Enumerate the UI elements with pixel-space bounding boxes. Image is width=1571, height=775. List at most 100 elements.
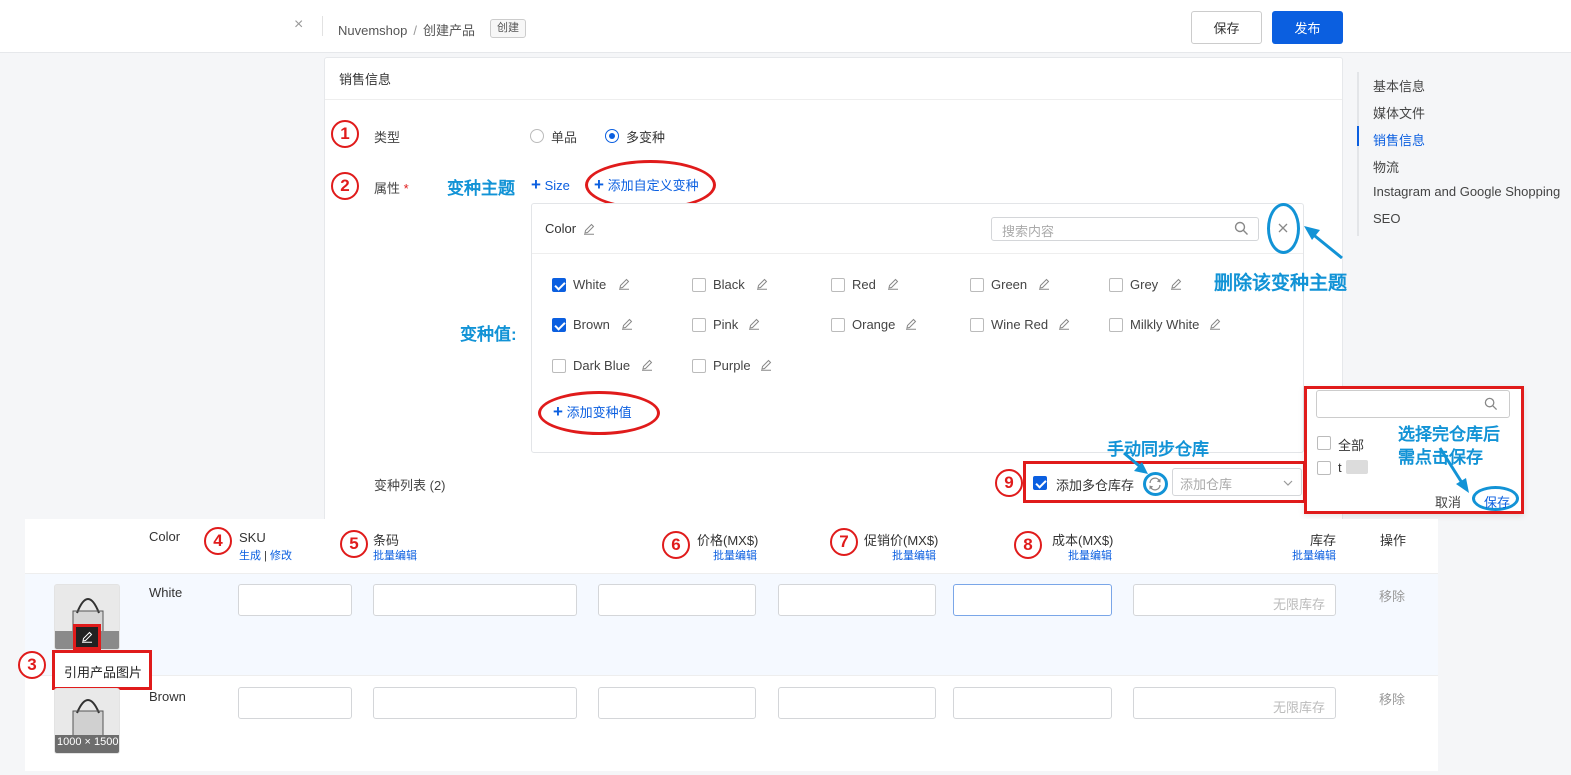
annotation-delete-theme: 删除该变种主题 bbox=[1214, 273, 1348, 294]
annotation-number-8: 8 bbox=[1014, 531, 1042, 559]
promo-bulk-edit-link[interactable]: 批量编辑 bbox=[892, 547, 936, 563]
add-size-link[interactable]: + Size bbox=[531, 175, 570, 195]
attribute-name: Color bbox=[545, 221, 577, 236]
edit-pencil-icon[interactable] bbox=[756, 278, 768, 290]
option-label: Dark Blue bbox=[573, 358, 631, 373]
barcode-bulk-edit-link[interactable]: 批量编辑 bbox=[373, 547, 417, 563]
cost-bulk-edit-link[interactable]: 批量编辑 bbox=[1068, 547, 1112, 563]
option-checkbox-brown[interactable] bbox=[552, 318, 566, 332]
edit-pencil-icon[interactable] bbox=[1170, 278, 1182, 290]
price-input[interactable] bbox=[598, 687, 756, 719]
sku-edit-link[interactable]: 修改 bbox=[270, 550, 292, 562]
option-checkbox-pink[interactable] bbox=[692, 318, 706, 332]
nav-item-sales-info[interactable]: 销售信息 bbox=[1373, 130, 1425, 149]
barcode-input[interactable] bbox=[373, 687, 577, 719]
remove-link[interactable]: 移除 bbox=[1379, 586, 1405, 605]
option-checkbox-red[interactable] bbox=[831, 278, 845, 292]
price-input[interactable] bbox=[598, 584, 756, 616]
sync-icon[interactable] bbox=[1147, 476, 1163, 492]
edit-pencil-icon[interactable] bbox=[748, 318, 760, 330]
sku-generate-link[interactable]: 生成 bbox=[239, 550, 261, 562]
radio-single[interactable] bbox=[530, 129, 544, 143]
edit-pencil-icon[interactable] bbox=[621, 318, 633, 330]
option-label: White bbox=[573, 277, 607, 292]
sku-input[interactable] bbox=[238, 687, 352, 719]
stock-bulk-edit-link[interactable]: 批量编辑 bbox=[1292, 547, 1336, 563]
radio-multi-variant[interactable] bbox=[605, 129, 619, 143]
edit-pencil-icon[interactable] bbox=[641, 359, 653, 371]
type-label: 类型 bbox=[374, 130, 401, 145]
price-bulk-edit-link[interactable]: 批量编辑 bbox=[713, 547, 757, 563]
edit-pencil-icon[interactable] bbox=[1058, 318, 1070, 330]
status-badge: 创建 bbox=[490, 19, 526, 38]
multi-warehouse-checkbox[interactable] bbox=[1033, 476, 1047, 490]
nav-item-seo[interactable]: SEO bbox=[1373, 211, 1400, 226]
plus-icon: + bbox=[553, 402, 563, 421]
close-icon[interactable]: × bbox=[294, 16, 303, 34]
breadcrumb-separator: / bbox=[413, 23, 417, 38]
promo-price-input[interactable] bbox=[778, 687, 936, 719]
nav-item-instagram-google[interactable]: Instagram and Google Shopping bbox=[1373, 184, 1560, 199]
add-custom-variant-link[interactable]: + 添加自定义变种 bbox=[594, 175, 699, 195]
cost-input[interactable] bbox=[953, 584, 1112, 616]
promo-price-input[interactable] bbox=[778, 584, 936, 616]
row-color-value: Brown bbox=[149, 689, 186, 704]
nav-item-shipping[interactable]: 物流 bbox=[1373, 157, 1399, 176]
option-checkbox-wine-red[interactable] bbox=[970, 318, 984, 332]
edit-pencil-icon bbox=[82, 631, 93, 643]
radio-multi-variant-label[interactable]: 多变种 bbox=[626, 127, 665, 146]
edit-pencil-icon[interactable] bbox=[618, 278, 630, 290]
popover-cancel-button[interactable]: 取消 bbox=[1435, 492, 1461, 511]
publish-button[interactable]: 发布 bbox=[1272, 11, 1343, 44]
nav-item-media[interactable]: 媒体文件 bbox=[1373, 103, 1425, 122]
popover-save-button[interactable]: 保存 bbox=[1484, 492, 1510, 511]
option-label: Pink bbox=[713, 317, 739, 332]
delete-attribute-close-icon[interactable] bbox=[1277, 222, 1289, 234]
edit-pencil-icon[interactable] bbox=[760, 359, 772, 371]
edit-pencil-icon[interactable] bbox=[1038, 278, 1050, 290]
plus-icon: + bbox=[594, 175, 604, 194]
row-color-value: White bbox=[149, 585, 183, 600]
annotation-number-9: 9 bbox=[995, 469, 1023, 497]
option-checkbox-green[interactable] bbox=[970, 278, 984, 292]
option-checkbox-grey[interactable] bbox=[1109, 278, 1123, 292]
nav-item-basic-info[interactable]: 基本信息 bbox=[1373, 76, 1425, 95]
warehouse-item-label: t bbox=[1338, 460, 1342, 475]
edit-pencil-icon[interactable] bbox=[887, 278, 899, 290]
barcode-input[interactable] bbox=[373, 584, 577, 616]
option-checkbox-dark-blue[interactable] bbox=[552, 359, 566, 373]
add-variant-value-link[interactable]: + 添加变种值 bbox=[553, 402, 632, 422]
breadcrumb-root[interactable]: Nuvemshop bbox=[338, 23, 407, 38]
cost-input[interactable] bbox=[953, 687, 1112, 719]
warehouse-all-checkbox[interactable] bbox=[1317, 436, 1331, 450]
edit-pencil-icon[interactable] bbox=[583, 223, 595, 235]
column-header-action: 操作 bbox=[1380, 533, 1407, 548]
search-icon[interactable] bbox=[1484, 397, 1498, 411]
edit-pencil-icon[interactable] bbox=[905, 318, 917, 330]
search-icon[interactable] bbox=[1234, 221, 1249, 236]
warehouse-search-input[interactable] bbox=[1316, 390, 1510, 418]
divider bbox=[325, 99, 1342, 100]
attribute-label: 属性 * bbox=[374, 178, 409, 197]
option-checkbox-white[interactable] bbox=[552, 278, 566, 292]
edit-pencil-icon[interactable] bbox=[1209, 318, 1221, 330]
sku-input[interactable] bbox=[238, 584, 352, 616]
option-checkbox-milkly-white[interactable] bbox=[1109, 318, 1123, 332]
annotation-number-7: 7 bbox=[830, 528, 858, 556]
save-button[interactable]: 保存 bbox=[1191, 11, 1262, 44]
option-label: Purple bbox=[713, 358, 751, 373]
option-checkbox-orange[interactable] bbox=[831, 318, 845, 332]
reference-image-tooltip[interactable]: 引用产品图片 bbox=[64, 662, 142, 681]
sku-separator: | bbox=[264, 550, 267, 562]
option-checkbox-purple[interactable] bbox=[692, 359, 706, 373]
option-checkbox-black[interactable] bbox=[692, 278, 706, 292]
radio-single-label[interactable]: 单品 bbox=[551, 127, 577, 146]
option-label: Green bbox=[991, 277, 1028, 292]
option-label: Red bbox=[852, 277, 876, 292]
multi-warehouse-label: 添加多仓库存 bbox=[1056, 478, 1135, 493]
warehouse-item-checkbox[interactable] bbox=[1317, 461, 1331, 475]
annotation-number-6: 6 bbox=[662, 531, 690, 559]
remove-link[interactable]: 移除 bbox=[1379, 689, 1405, 708]
option-label: Black bbox=[713, 277, 745, 292]
breadcrumb: Nuvemshop / 创建产品 bbox=[338, 20, 475, 39]
